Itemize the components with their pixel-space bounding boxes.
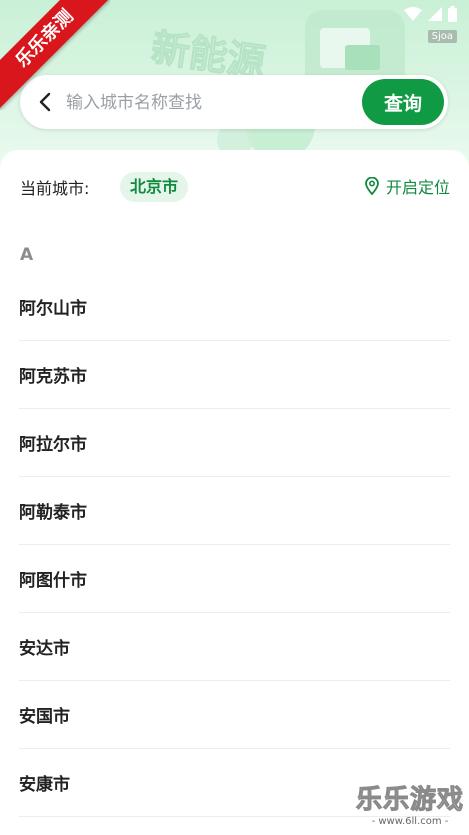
city-item[interactable]: 阿克苏市 (19, 341, 450, 409)
current-city-chip[interactable]: 北京市 (120, 172, 189, 202)
query-button[interactable]: 查询 (362, 79, 444, 125)
current-city-label: 当前城市: (20, 179, 90, 198)
city-item[interactable]: 阿勒泰市 (19, 477, 450, 545)
location-pin-icon (365, 177, 379, 195)
version-badge: Sjoa (427, 30, 457, 43)
wifi-icon (404, 7, 422, 21)
watermark-url: - www.6ll.com - (371, 816, 449, 827)
enable-location-button[interactable]: 开启定位 (364, 174, 450, 198)
city-list: 阿尔山市 阿克苏市 阿拉尔市 阿勒泰市 阿图什市 安达市 安国市 安康市 (19, 273, 450, 817)
city-item[interactable]: 阿拉尔市 (19, 409, 450, 477)
city-item[interactable]: 阿图什市 (19, 545, 450, 613)
watermark-main-text: 乐乐游戏 (355, 785, 464, 816)
status-bar-icons (404, 6, 457, 22)
city-item[interactable]: 安达市 (19, 613, 450, 681)
section-letter: A (20, 245, 34, 265)
signal-icon (428, 7, 442, 21)
ribbon-corner: 乐乐亲测 (0, 0, 110, 110)
current-city-row: 当前城市: 北京市 开启定位 (20, 170, 450, 204)
battery-icon (448, 6, 457, 22)
city-panel: 当前城市: 北京市 开启定位 A 阿尔山市 阿克苏市 阿拉尔市 阿勒泰市 阿图什… (0, 150, 469, 835)
watermark: 乐乐游戏 - www.6ll.com - (351, 785, 469, 833)
ribbon-label: 乐乐亲测 (0, 0, 110, 110)
enable-location-label: 开启定位 (385, 178, 450, 197)
city-item[interactable]: 安国市 (19, 681, 450, 749)
city-item[interactable]: 阿尔山市 (19, 273, 450, 341)
